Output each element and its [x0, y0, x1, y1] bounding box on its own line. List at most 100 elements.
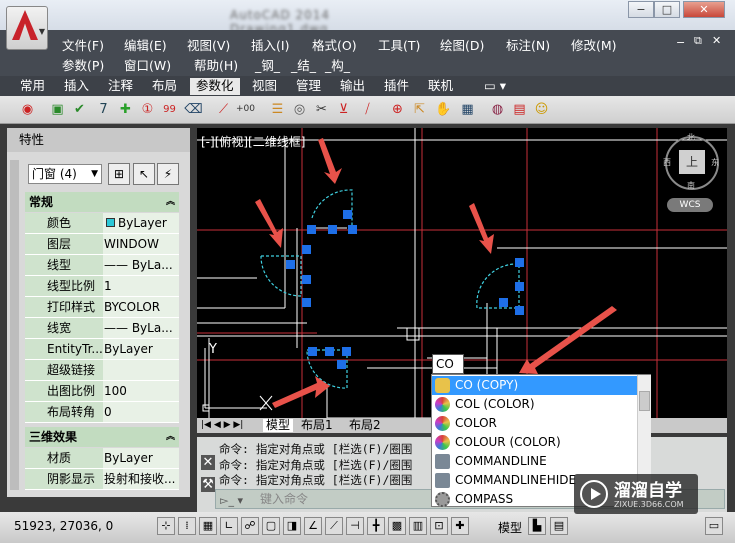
infer-constraints-icon[interactable]: ⊹: [157, 517, 175, 535]
lineweight-icon[interactable]: ╋: [367, 517, 385, 535]
menu-edit[interactable]: 编辑(E): [124, 35, 167, 54]
property-row[interactable]: 出图比例 100: [25, 381, 179, 402]
compass-west[interactable]: 西: [663, 157, 671, 168]
polar-icon[interactable]: ☍: [241, 517, 259, 535]
snap-icon[interactable]: ⁞: [178, 517, 196, 535]
toggle-pickadd-icon[interactable]: ⊞: [108, 163, 130, 185]
plus-minus-icon[interactable]: +00: [236, 100, 255, 119]
number-icon[interactable]: 7: [94, 100, 113, 119]
palette-scrollbar[interactable]: [10, 160, 19, 490]
properties-icon[interactable]: ▤: [510, 100, 529, 119]
compass-east[interactable]: 东: [711, 157, 719, 168]
check-icon[interactable]: ✔: [70, 100, 89, 119]
tab-parametric[interactable]: 参数化: [190, 78, 240, 95]
calculator-icon[interactable]: ▦: [458, 100, 477, 119]
model-space-label[interactable]: 模型: [498, 519, 522, 536]
tab-annotate[interactable]: 注释: [102, 78, 139, 95]
hand-icon[interactable]: ✋: [434, 100, 453, 119]
ducs-icon[interactable]: ⟋: [325, 517, 343, 535]
menu-draw[interactable]: 绘图(D): [440, 35, 484, 54]
tab-view[interactable]: 视图: [246, 78, 283, 95]
autocomplete-item[interactable]: COLOUR (COLOR): [432, 433, 637, 452]
menu-construct[interactable]: _构_: [325, 55, 350, 74]
3dosnap-icon[interactable]: ◨: [283, 517, 301, 535]
ortho-icon[interactable]: ∟: [220, 517, 238, 535]
menu-structure[interactable]: _结_: [291, 55, 316, 74]
tab-output[interactable]: 输出: [334, 78, 371, 95]
autocomplete-item[interactable]: CO (COPY): [432, 376, 637, 395]
grid-icon[interactable]: ▦: [199, 517, 217, 535]
fullscreen-icon[interactable]: ▭: [705, 517, 723, 535]
property-row[interactable]: 图层 WINDOW: [25, 234, 179, 255]
autocomplete-item[interactable]: COLOR: [432, 414, 637, 433]
tab-layout[interactable]: 布局: [146, 78, 183, 95]
quick-view-icon[interactable]: ▤: [550, 517, 568, 535]
select-objects-icon[interactable]: ↖: [133, 163, 155, 185]
menu-window[interactable]: 窗口(W): [124, 55, 171, 74]
osnap-icon[interactable]: ▢: [262, 517, 280, 535]
compass-south[interactable]: 南: [687, 180, 695, 191]
menu-file[interactable]: 文件(F): [62, 35, 104, 54]
rectangle-icon[interactable]: ▣: [48, 100, 67, 119]
viewcube-top-face[interactable]: 上: [679, 150, 705, 174]
property-row[interactable]: 阴影显示 投射和接收...: [25, 469, 179, 490]
otrack-icon[interactable]: ∠: [304, 517, 322, 535]
menu-modify[interactable]: 修改(M): [571, 35, 617, 54]
tab-layout2[interactable]: 布局2: [349, 419, 381, 432]
menu-steel[interactable]: _钢_: [255, 55, 280, 74]
tab-layout1[interactable]: 布局1: [301, 419, 333, 432]
dyn-icon[interactable]: ⊣: [346, 517, 364, 535]
annotation-monitor-icon[interactable]: ✚: [451, 517, 469, 535]
pan-icon[interactable]: ⇱: [410, 100, 429, 119]
tab-online[interactable]: 联机: [422, 78, 459, 95]
transparency-icon[interactable]: ▩: [388, 517, 406, 535]
circle-one-icon[interactable]: ①: [138, 100, 157, 119]
line-icon[interactable]: ⟋: [214, 100, 233, 119]
command-prompt-icon[interactable]: ▻_ ▾: [220, 492, 243, 510]
viewport-controls[interactable]: [-][俯视][二维线框]: [201, 133, 305, 150]
quick-select-icon[interactable]: ⚡: [157, 163, 179, 185]
add-icon[interactable]: ✚: [116, 100, 135, 119]
property-row[interactable]: 打印样式 BYCOLOR: [25, 297, 179, 318]
coordinates-readout[interactable]: 51923, 27036, 0: [14, 519, 113, 533]
section-general[interactable]: 常规 ︽: [25, 192, 179, 212]
eye-icon[interactable]: ◎: [290, 100, 309, 119]
menu-tools[interactable]: 工具(T): [378, 35, 420, 54]
zoom-icon[interactable]: ⊕: [388, 100, 407, 119]
menu-parametric[interactable]: 参数(P): [62, 55, 104, 74]
tab-insert[interactable]: 插入: [58, 78, 95, 95]
minimize-button[interactable]: −: [628, 1, 654, 18]
selection-cycling-icon[interactable]: ⊡: [430, 517, 448, 535]
eraser-icon[interactable]: ⌫: [184, 100, 203, 119]
viewcube[interactable]: 上 北 南 东 西: [663, 130, 723, 192]
application-menu-button[interactable]: ▼: [6, 6, 48, 50]
close-icon[interactable]: ✕: [201, 455, 215, 470]
wcs-menu[interactable]: WCS: [667, 198, 713, 212]
maximize-button[interactable]: □: [654, 1, 680, 18]
tab-model[interactable]: 模型: [263, 419, 294, 432]
property-row[interactable]: 线型 —— ByLa...: [25, 255, 179, 276]
property-row[interactable]: EntityTr... ByLayer: [25, 339, 179, 360]
scrollbar-thumb[interactable]: [639, 391, 650, 411]
scissors-icon[interactable]: ✂: [312, 100, 331, 119]
dynamic-input[interactable]: CO: [432, 354, 464, 374]
edit-lines-icon[interactable]: ⧸: [358, 100, 377, 119]
doc-minimize-icon[interactable]: −: [676, 36, 685, 49]
doc-close-icon[interactable]: ✕: [712, 34, 721, 47]
property-row[interactable]: 颜色 ByLayer: [25, 213, 179, 234]
section-3d-effects[interactable]: 三维效果 ︽: [25, 427, 179, 447]
autocomplete-item[interactable]: COMMANDLINE: [432, 452, 637, 471]
align-icon[interactable]: ☰: [268, 100, 287, 119]
doc-restore-icon[interactable]: ⧉: [694, 34, 702, 48]
property-row[interactable]: 超级链接: [25, 360, 179, 381]
tab-home[interactable]: 常用: [14, 78, 51, 95]
dimension-icon[interactable]: ⊻: [334, 100, 353, 119]
tab-manage[interactable]: 管理: [290, 78, 327, 95]
quick-properties-icon[interactable]: ▥: [409, 517, 427, 535]
property-row[interactable]: 材质 ByLayer: [25, 448, 179, 469]
property-row[interactable]: 线型比例 1: [25, 276, 179, 297]
close-button[interactable]: ✕: [683, 1, 725, 18]
grip-icon[interactable]: ◉: [18, 100, 37, 119]
menu-view[interactable]: 视图(V): [187, 35, 230, 54]
menu-dimension[interactable]: 标注(N): [506, 35, 550, 54]
